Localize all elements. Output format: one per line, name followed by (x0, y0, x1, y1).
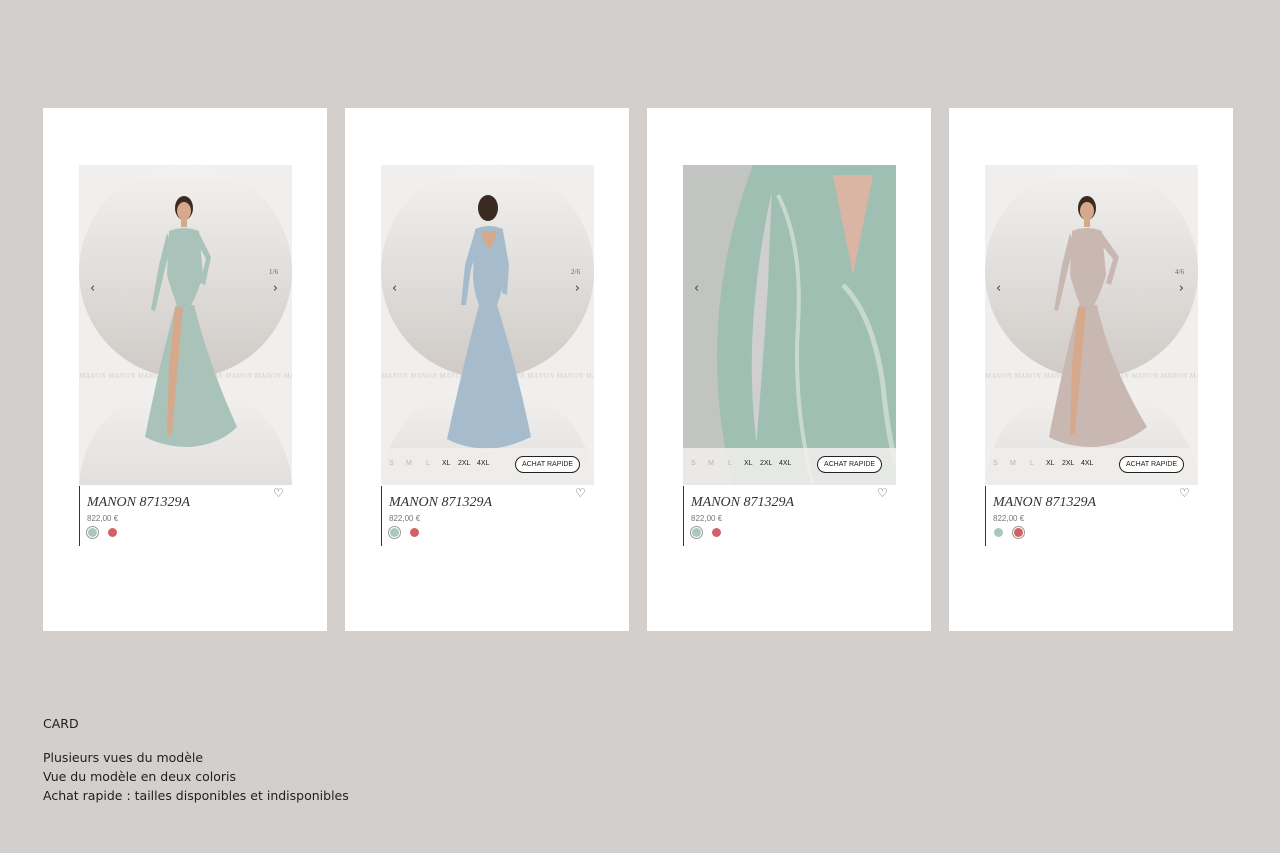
quick-buy-bar: S M L XL 2XL 4XL ACHAT RAPIDE (985, 448, 1198, 485)
size-option[interactable]: 4XL (477, 460, 489, 467)
chevron-right-icon[interactable]: › (273, 282, 278, 295)
product-name[interactable]: MANON 871329A (389, 495, 492, 511)
size-option-unavailable: L (426, 460, 430, 467)
quick-buy-button[interactable]: ACHAT RAPIDE (817, 456, 882, 473)
size-option[interactable]: XL (1046, 460, 1055, 467)
model-photo-front-alt-color (1049, 196, 1147, 447)
image-counter: 2/6 (571, 268, 580, 276)
product-card[interactable]: MANON MANON MANON MANON MANON MANON MANO… (43, 108, 327, 631)
product-info: MANON 871329A 822,00 € ♡ (985, 486, 1199, 546)
product-price: 822,00 € (993, 514, 1025, 523)
product-price: 822,00 € (389, 514, 421, 523)
product-card[interactable]: MANON MANON MANON MANON MANON MANON MANO… (345, 108, 629, 631)
size-option-unavailable: S (389, 460, 394, 467)
size-option[interactable]: XL (442, 460, 451, 467)
chevron-left-icon[interactable]: ‹ (392, 282, 397, 295)
product-price: 822,00 € (87, 514, 119, 523)
product-image-carousel[interactable]: MANON MANON MANON MANON MANON MANON MANO… (985, 165, 1198, 485)
model-photo-back (447, 195, 531, 449)
model-photo-front (145, 196, 237, 447)
model-photo-closeup (683, 165, 896, 485)
product-name[interactable]: MANON 871329A (691, 495, 794, 511)
heart-icon[interactable]: ♡ (575, 486, 586, 500)
quick-buy-bar: S M L XL 2XL 4XL ACHAT RAPIDE (381, 448, 594, 485)
product-info: MANON 871329A 822,00 € ♡ (79, 486, 293, 546)
product-info: MANON 871329A 822,00 € ♡ (381, 486, 595, 546)
color-swatch-mint[interactable] (994, 528, 1003, 537)
size-option[interactable]: 2XL (458, 460, 470, 467)
heart-icon[interactable]: ♡ (877, 486, 888, 500)
chevron-left-icon[interactable]: ‹ (694, 282, 699, 295)
size-option[interactable]: 2XL (760, 460, 772, 467)
color-swatch-mint[interactable] (390, 528, 399, 537)
chevron-left-icon[interactable]: ‹ (90, 282, 95, 295)
heart-icon[interactable]: ♡ (273, 486, 284, 500)
color-swatch-red[interactable] (712, 528, 721, 537)
size-option[interactable]: 4XL (1081, 460, 1093, 467)
quick-buy-button[interactable]: ACHAT RAPIDE (515, 456, 580, 473)
heart-icon[interactable]: ♡ (1179, 486, 1190, 500)
image-counter: 1/6 (269, 268, 278, 276)
caption-title: CARD (43, 716, 79, 731)
size-option-unavailable: L (728, 460, 732, 467)
caption-line: Achat rapide : tailles disponibles et in… (43, 788, 349, 803)
image-counter: 4/6 (1175, 268, 1184, 276)
color-swatch-red[interactable] (108, 528, 117, 537)
caption-line: Plusieurs vues du modèle (43, 750, 204, 765)
size-option-unavailable: S (993, 460, 998, 467)
product-name[interactable]: MANON 871329A (87, 495, 190, 511)
chevron-right-icon[interactable]: › (1179, 282, 1184, 295)
product-info: MANON 871329A 822,00 € ♡ (683, 486, 897, 546)
color-swatch-mint[interactable] (692, 528, 701, 537)
quick-buy-bar: S M L XL 2XL 4XL ACHAT RAPIDE (683, 448, 896, 485)
size-option[interactable]: 2XL (1062, 460, 1074, 467)
size-option-unavailable: M (708, 460, 714, 467)
product-card[interactable]: ‹ S M L XL 2XL 4XL ACHAT RAPIDE MANON 87… (647, 108, 931, 631)
chevron-right-icon[interactable]: › (575, 282, 580, 295)
size-option-unavailable: M (406, 460, 412, 467)
size-option-unavailable: M (1010, 460, 1016, 467)
product-image-carousel[interactable]: MANON MANON MANON MANON MANON MANON MANO… (79, 165, 292, 485)
product-price: 822,00 € (691, 514, 723, 523)
product-name[interactable]: MANON 871329A (993, 495, 1096, 511)
chevron-left-icon[interactable]: ‹ (996, 282, 1001, 295)
size-option[interactable]: 4XL (779, 460, 791, 467)
color-swatch-mint[interactable] (88, 528, 97, 537)
product-image-carousel[interactable]: MANON MANON MANON MANON MANON MANON MANO… (381, 165, 594, 485)
product-image-carousel[interactable]: ‹ S M L XL 2XL 4XL ACHAT RAPIDE (683, 165, 896, 485)
color-swatch-red[interactable] (410, 528, 419, 537)
product-card[interactable]: MANON MANON MANON MANON MANON MANON MANO… (949, 108, 1233, 631)
caption-line: Vue du modèle en deux coloris (43, 769, 236, 784)
size-option-unavailable: S (691, 460, 696, 467)
size-option[interactable]: XL (744, 460, 753, 467)
quick-buy-button[interactable]: ACHAT RAPIDE (1119, 456, 1184, 473)
size-option-unavailable: L (1030, 460, 1034, 467)
color-swatch-red[interactable] (1014, 528, 1023, 537)
